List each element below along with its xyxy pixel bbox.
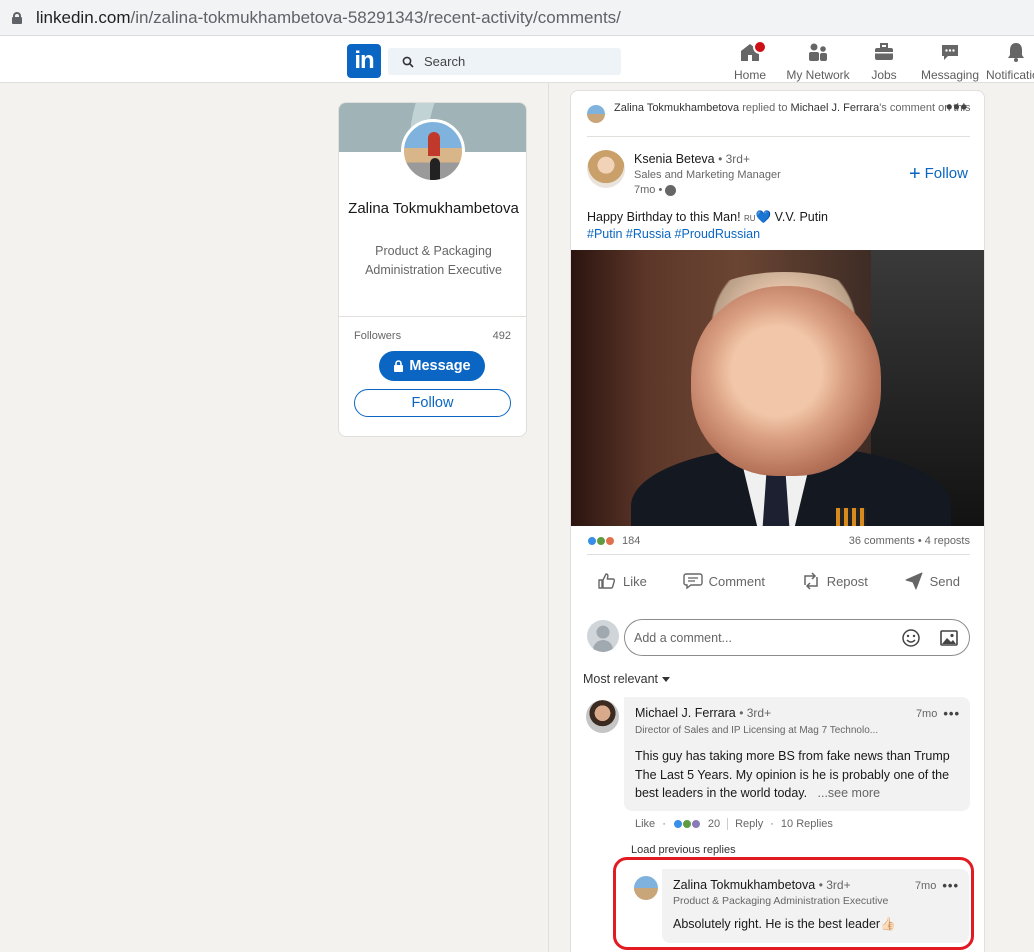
repost-icon — [803, 572, 818, 590]
author-name[interactable]: Ksenia Beteva • 3rd+ — [634, 152, 750, 166]
follow-author-button[interactable]: + Follow — [908, 162, 968, 185]
post-actions: Like Comment Repost Send — [587, 571, 970, 591]
social-counts: 184 36 comments • 4 reposts — [587, 535, 970, 547]
nav-messaging[interactable]: Messaging — [915, 40, 985, 82]
commenter-avatar[interactable] — [586, 700, 619, 733]
followers-count: 492 — [492, 330, 511, 342]
briefcase-icon — [875, 43, 893, 60]
reply-author-headline: Product & Packaging Administration Execu… — [673, 895, 889, 907]
lock-icon — [394, 360, 404, 372]
comment-icon — [682, 573, 703, 590]
comments-reposts-count[interactable]: 36 comments • 4 reposts — [849, 535, 970, 547]
see-more-link[interactable]: ...see more — [818, 786, 881, 800]
followers-row: Followers 492 — [354, 330, 511, 342]
nav-home[interactable]: Home — [715, 40, 785, 82]
nav-my-network[interactable]: My Network — [783, 40, 853, 82]
commenter-headline: Director of Sales and IP Licensing at Ma… — [635, 725, 879, 736]
search-bar[interactable]: Search — [388, 48, 621, 75]
more-options-icon[interactable]: ••• — [946, 97, 968, 118]
comment-input-box[interactable] — [624, 619, 970, 656]
post-text: Happy Birthday to this Man! RU💙 V.V. Put… — [587, 210, 828, 224]
load-previous-replies[interactable]: Load previous replies — [631, 844, 736, 856]
caret-down-icon — [662, 676, 671, 682]
post-time: 7mo • — [634, 184, 677, 196]
divider — [587, 554, 970, 555]
messaging-icon — [942, 45, 958, 60]
linkedin-logo[interactable]: in — [347, 44, 381, 78]
comment-text: This guy has taking more BS from fake ne… — [635, 749, 950, 800]
comment-time: 7mo ••• — [915, 706, 960, 721]
comment-meta: Like · 20 Reply · 10 Replies — [635, 818, 833, 830]
comment-input[interactable] — [634, 630, 894, 645]
search-placeholder: Search — [424, 54, 466, 69]
notification-badge — [753, 40, 767, 54]
comment-reply-button[interactable]: Reply — [735, 818, 763, 830]
support-reaction-icon — [690, 819, 701, 829]
profile-card: Zalina Tokmukhambetova Product & Packagi… — [338, 102, 527, 437]
russia-flag-icon: RU — [744, 214, 756, 223]
reply-text: Absolutely right. He is the best leader👍… — [673, 917, 896, 931]
nav-notifications[interactable]: Notificatio — [982, 40, 1034, 82]
sort-dropdown[interactable]: Most relevant — [583, 672, 671, 686]
reply-bubble: Zalina Tokmukhambetova • 3rd+ 7mo ••• Pro… — [662, 869, 969, 943]
message-button[interactable]: Message — [379, 351, 485, 381]
thumbs-up-emoji: 👍🏻 — [880, 917, 896, 931]
profile-name[interactable]: Zalina Tokmukhambetova — [339, 198, 526, 220]
reply-avatar[interactable] — [634, 876, 658, 900]
more-options-icon[interactable]: ••• — [942, 878, 959, 893]
plus-icon: + — [908, 162, 921, 185]
bell-icon — [1008, 43, 1024, 62]
author-headline: Sales and Marketing Manager — [634, 169, 781, 181]
reply-author-name[interactable]: Zalina Tokmukhambetova • 3rd+ — [673, 878, 851, 892]
reply-time: 7mo ••• — [914, 878, 959, 893]
lock-icon — [12, 11, 22, 24]
context-avatar[interactable] — [587, 105, 605, 123]
post-context: Zalina Tokmukhambetova replied to Michae… — [614, 102, 971, 114]
browser-url-bar[interactable]: linkedin.com/in/zalina-tokmukhambetova-5… — [0, 0, 1034, 36]
author-avatar[interactable] — [587, 150, 625, 188]
blue-heart-icon: 💙 — [755, 210, 772, 224]
post-hashtags[interactable]: #Putin #Russia #ProudRussian — [587, 227, 760, 241]
top-nav: in Search Home My Network Jobs Messaging… — [0, 36, 1034, 83]
reactions-summary[interactable]: 184 — [587, 535, 640, 547]
divider — [339, 316, 526, 317]
comment-reactions[interactable]: 20 — [672, 818, 720, 830]
like-button[interactable]: Like — [597, 571, 647, 591]
nav-jobs[interactable]: Jobs — [849, 40, 919, 82]
post-image[interactable] — [571, 250, 984, 526]
follow-button[interactable]: Follow — [354, 389, 511, 417]
url-text[interactable]: linkedin.com/in/zalina-tokmukhambetova-5… — [36, 8, 621, 28]
emoji-icon[interactable] — [901, 628, 921, 648]
comment-like-button[interactable]: Like — [635, 818, 655, 830]
globe-icon — [665, 184, 677, 196]
repost-button[interactable]: Repost — [801, 571, 868, 591]
more-options-icon[interactable]: ••• — [943, 706, 960, 721]
send-icon — [905, 572, 923, 590]
network-icon — [809, 43, 827, 61]
search-icon — [402, 56, 414, 68]
post-card: Zalina Tokmukhambetova replied to Michae… — [570, 90, 985, 952]
comment-bubble: Michael J. Ferrara • 3rd+ 7mo ••• Directo… — [624, 697, 970, 811]
divider — [587, 136, 970, 137]
image-icon[interactable] — [939, 628, 959, 648]
send-button[interactable]: Send — [904, 571, 960, 591]
comment-button[interactable]: Comment — [682, 571, 765, 591]
profile-headline: Product & Packaging Administration Execu… — [365, 244, 502, 277]
current-user-avatar — [587, 620, 619, 652]
commenter-name[interactable]: Michael J. Ferrara • 3rd+ — [635, 706, 771, 720]
love-reaction-icon — [605, 536, 615, 546]
profile-avatar[interactable] — [401, 119, 465, 183]
divider — [727, 818, 729, 830]
column-divider — [548, 83, 549, 952]
replies-count[interactable]: 10 Replies — [781, 818, 833, 830]
thumbs-up-icon — [598, 573, 616, 589]
